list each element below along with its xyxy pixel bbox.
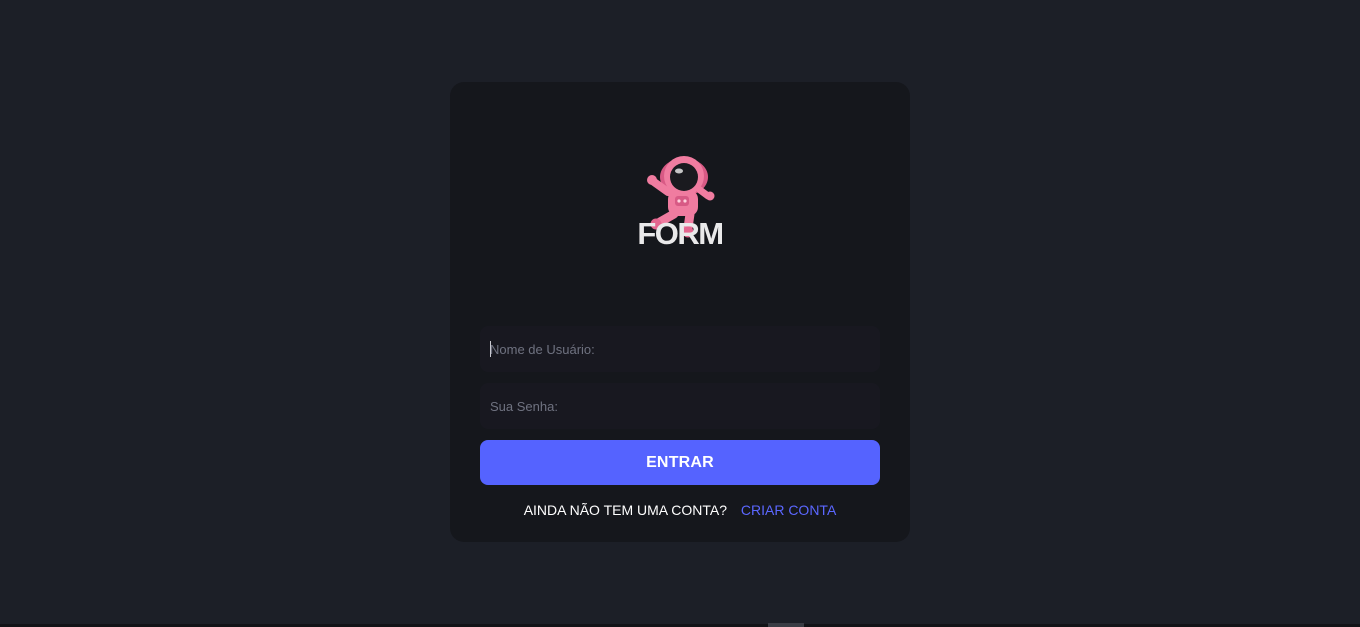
signup-question: AINDA NÃO TEM UMA CONTA? (523, 502, 727, 518)
astronaut-icon: FORM (637, 156, 724, 250)
login-button[interactable]: ENTRAR (480, 440, 880, 485)
logo-text: FORM (637, 216, 722, 250)
text-caret (490, 341, 491, 357)
username-input[interactable] (480, 326, 880, 372)
create-account-link[interactable]: CRIAR CONTA (741, 502, 836, 518)
scroll-indicator (768, 623, 804, 627)
page: FORM ENTRAR AINDA NÃO TEM UMA CONTA? CRI… (0, 0, 1360, 627)
password-input[interactable] (480, 383, 880, 429)
signup-row: AINDA NÃO TEM UMA CONTA? CRIAR CONTA (480, 502, 880, 518)
logo: FORM (630, 150, 730, 250)
